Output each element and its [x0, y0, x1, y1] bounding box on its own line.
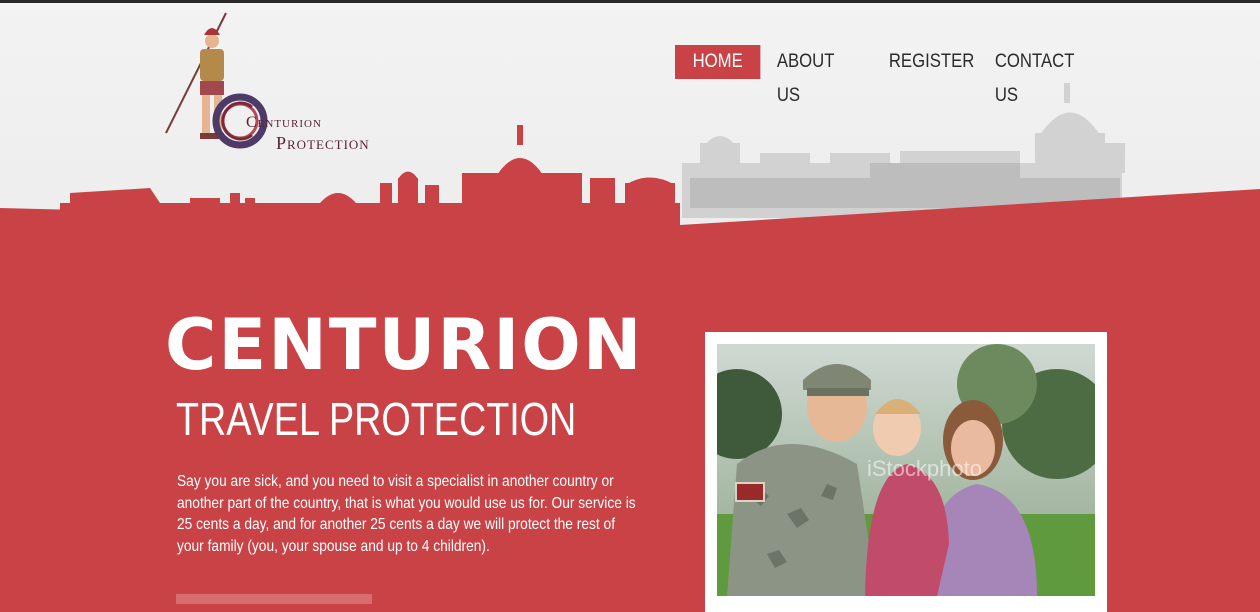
family-photo: iStockphoto — [717, 344, 1095, 596]
hero-description: Say you are sick, and you need to visit … — [177, 473, 636, 555]
hero-subtitle: TRAVEL PROTECTION — [176, 393, 577, 445]
nav-register[interactable]: REGISTER — [873, 45, 990, 79]
nav-contact-us[interactable]: CONTACT US — [979, 45, 1090, 106]
logo-word-centurion: Centurion — [246, 114, 322, 131]
nav-about-us[interactable]: ABOUT US — [761, 45, 850, 106]
nav-home[interactable]: HOME — [675, 45, 761, 79]
hero-cta-button[interactable] — [176, 594, 372, 604]
photo-watermark: iStockphoto — [867, 456, 982, 481]
photo-frame: iStockphoto — [705, 332, 1107, 612]
hero-title: CENTURION — [165, 304, 644, 386]
logo-word-protection: Protection — [276, 133, 370, 153]
site-header: Centurion Protection HOME ABOUT US REGIS… — [0, 3, 1260, 253]
